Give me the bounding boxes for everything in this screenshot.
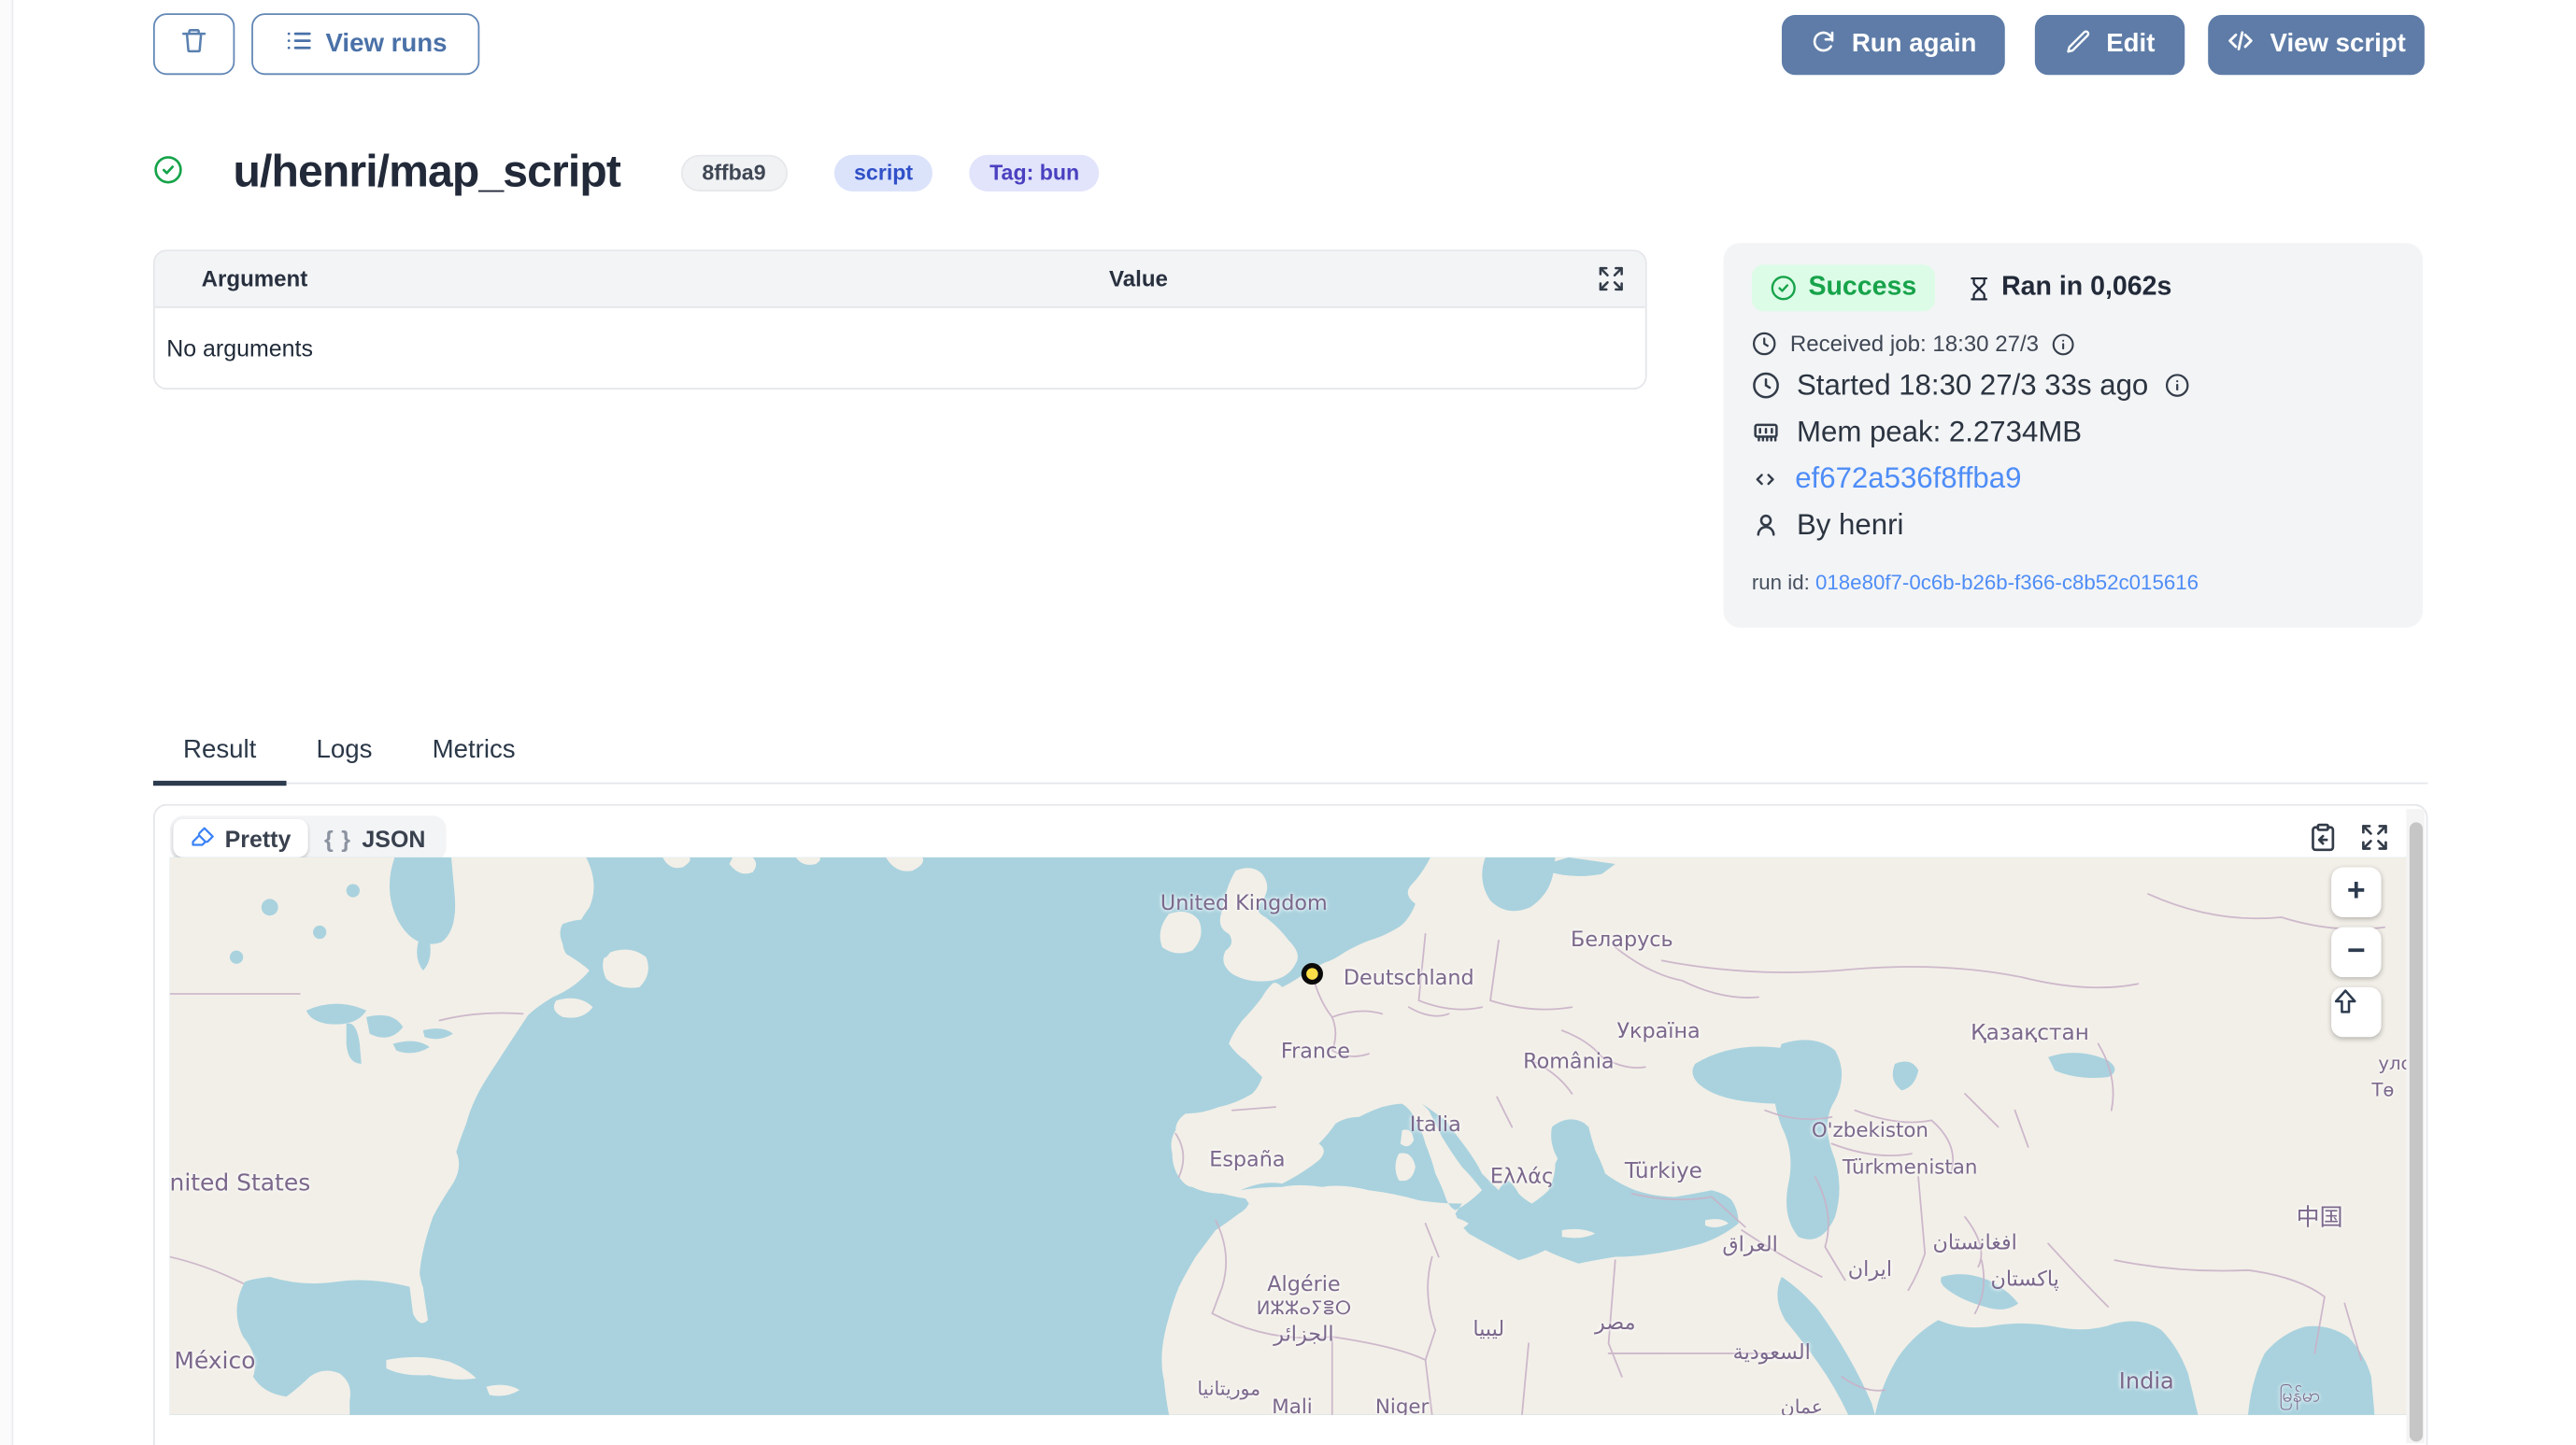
col-argument: Argument	[155, 266, 841, 291]
success-check-icon	[153, 155, 183, 193]
by-user-label: By henri	[1797, 508, 1903, 543]
tab-metrics[interactable]: Metrics	[403, 719, 546, 783]
code-icon	[2227, 27, 2255, 64]
view-runs-button[interactable]: View runs	[251, 13, 479, 75]
started-label: Started 18:30 27/3 33s ago	[1797, 368, 2148, 403]
map-reset-north-button[interactable]	[2331, 987, 2381, 1037]
arguments-table: Argument Value No arguments	[153, 249, 1647, 390]
list-icon	[284, 26, 312, 63]
view-runs-label: View runs	[325, 29, 447, 59]
result-scrollbar	[2406, 809, 2425, 1443]
script-hash-link[interactable]: ef672a536f8ffba9	[1795, 461, 2021, 496]
result-map[interactable]: United KingdomБеларусьDeutschlandУкраїна…	[170, 857, 2408, 1415]
run-again-label: Run again	[1852, 30, 1977, 60]
render-mode-toggle: Pretty { } JSON	[170, 815, 446, 860]
page: View runs Run again Edit View script u/h…	[0, 0, 2576, 1445]
highlighter-icon	[190, 823, 215, 853]
hourglass-icon	[1967, 274, 1992, 302]
tab-logs[interactable]: Logs	[286, 719, 402, 783]
view-script-button[interactable]: View script	[2208, 15, 2425, 75]
run-id-label: run id:	[1752, 571, 1810, 594]
map-zoom-out-button[interactable]: −	[2331, 928, 2381, 977]
edit-button[interactable]: Edit	[2035, 15, 2185, 75]
status-badge: Success	[1752, 264, 1935, 311]
page-title: u/henri/map_script	[234, 147, 621, 198]
refresh-icon	[1810, 27, 1837, 62]
clock-icon	[1752, 371, 1780, 399]
delete-button[interactable]	[153, 13, 235, 75]
run-id-link[interactable]: 018e80f7-0c6b-b26b-f366-c8b52c015616	[1815, 571, 2199, 594]
scrollbar-thumb[interactable]	[2409, 822, 2422, 1441]
tab-result[interactable]: Result	[153, 719, 286, 783]
edit-label: Edit	[2106, 30, 2155, 60]
map-canvas	[170, 857, 2408, 1415]
memory-icon	[1752, 418, 1780, 446]
clock-icon	[1752, 332, 1777, 357]
map-zoom-in-button[interactable]: +	[2331, 868, 2381, 917]
pretty-toggle[interactable]: Pretty	[173, 819, 307, 857]
view-script-label: View script	[2270, 30, 2406, 60]
empty-arguments-row: No arguments	[155, 308, 1645, 389]
expand-table-icon[interactable]	[1597, 264, 1625, 298]
pencil-icon	[2065, 27, 2092, 62]
copy-result-icon[interactable]	[2308, 822, 2338, 852]
result-card: Pretty { } JSON	[153, 804, 2427, 1445]
map-marker[interactable]	[1302, 963, 1323, 985]
result-tabs: Result Logs Metrics	[153, 719, 2427, 785]
code-icon	[1752, 465, 1779, 492]
tag-badge: Tag: bun	[970, 154, 1100, 191]
trash-icon	[179, 26, 207, 63]
received-label: Received job: 18:30 27/3	[1790, 332, 2039, 357]
run-again-button[interactable]: Run again	[1782, 15, 2005, 75]
braces-icon: { }	[324, 825, 352, 852]
duration-label: Ran in 0,062s	[2001, 273, 2171, 303]
info-icon[interactable]	[2165, 373, 2190, 398]
expand-result-icon[interactable]	[2359, 822, 2389, 852]
kind-badge: script	[834, 154, 933, 191]
left-rail	[0, 0, 13, 1445]
info-icon[interactable]	[2052, 333, 2075, 356]
col-value: Value	[840, 266, 1436, 291]
mem-peak-label: Mem peak: 2.2734MB	[1797, 415, 2082, 449]
job-status-panel: Success Ran in 0,062s Received job: 18:3…	[1724, 243, 2424, 628]
json-toggle[interactable]: { } JSON	[307, 819, 442, 857]
hash-badge: 8ffba9	[680, 154, 788, 191]
person-icon	[1752, 511, 1780, 539]
